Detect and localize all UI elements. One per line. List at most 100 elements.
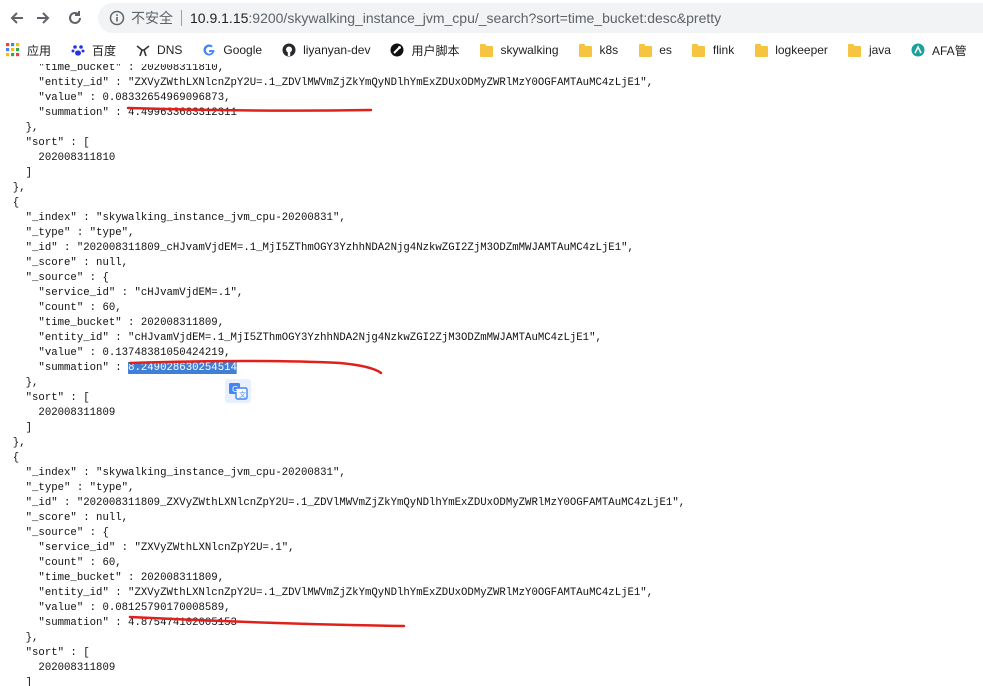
browser-toolbar: 不安全 10.9.1.15:9200/skywalking_instance_j…: [0, 0, 983, 36]
bookmark-item[interactable]: 百度: [71, 42, 116, 59]
json-line: "sort" : [: [0, 647, 90, 659]
json-line: {: [0, 452, 20, 464]
reload-button[interactable]: [63, 6, 87, 30]
json-line: "value" : 0.13748381050424219,: [0, 347, 231, 359]
json-line: "entity_id" : "ZXVyZWthLXNlcnZpY2U=.1_ZD…: [0, 77, 654, 89]
userscript-icon: [390, 43, 404, 57]
json-line: "summation" : 4.875474102005153: [0, 617, 237, 629]
json-line: },: [0, 377, 39, 389]
bookmark-item[interactable]: es: [638, 43, 672, 57]
bookmark-item[interactable]: liyanyan-dev: [282, 43, 370, 57]
url-text[interactable]: 10.9.1.15:9200/skywalking_instance_jvm_c…: [190, 10, 721, 26]
json-line: "service_id" : "cHJvamVjdEM=.1",: [0, 287, 244, 299]
bookmark-item[interactable]: 用户脚本: [390, 42, 459, 59]
json-line: "_type" : "type",: [0, 482, 135, 494]
json-line: ]: [0, 677, 33, 686]
bookmark-label: flink: [712, 43, 735, 57]
bookmark-item[interactable]: java: [848, 43, 891, 57]
url-path: :9200/skywalking_instance_jvm_cpu/_searc…: [248, 10, 722, 26]
folder-icon: [848, 43, 862, 57]
baidu-paw-icon: [71, 43, 85, 57]
json-line: "_score" : null,: [0, 257, 129, 269]
translate-popup-button[interactable]: G文: [225, 379, 251, 403]
back-arrow-icon: [10, 12, 23, 24]
json-line: "count" : 60,: [0, 557, 122, 569]
bookmark-item[interactable]: 应用: [6, 42, 51, 59]
json-line: "value" : 0.08125790170008589,: [0, 602, 231, 614]
json-line: "summation" : 8.249028630254514: [0, 362, 237, 374]
reload-icon: [69, 11, 81, 24]
security-label: 不安全: [131, 10, 173, 26]
bookmarks-bar: 应用 百度 DNS Google liyanyan-dev 用户脚本 skywalking k…: [0, 36, 983, 64]
bookmark-item[interactable]: logkeeper: [754, 43, 828, 57]
bookmark-label: AFA管: [931, 43, 967, 58]
json-line: 202008311809: [0, 662, 116, 674]
url-host: 10.9.1.15: [190, 10, 249, 26]
json-line: "count" : 60,: [0, 302, 122, 314]
json-line: "_score" : null,: [0, 512, 129, 524]
json-line: "entity_id" : "cHJvamVjdEM=.1_MjI5ZThmOG…: [0, 332, 602, 344]
folder-icon: [579, 43, 593, 57]
json-line: "time_bucket" : 202008311809,: [0, 572, 225, 584]
json-line: },: [0, 182, 26, 194]
svg-text:文: 文: [239, 390, 246, 399]
selected-text: 8.249028630254514: [128, 362, 237, 374]
json-line: "_index" : "skywalking_instance_jvm_cpu-…: [0, 212, 346, 224]
dns-icon: [136, 43, 150, 57]
forward-button[interactable]: [31, 6, 55, 30]
bookmark-label: liyanyan-dev: [303, 43, 371, 57]
svg-text:G: G: [232, 385, 238, 394]
json-line: "summation" : 4.499633683312311: [0, 107, 237, 119]
bookmark-label: 百度: [92, 43, 117, 58]
json-line: "entity_id" : "ZXVyZWthLXNlcnZpY2U=.1_ZD…: [0, 587, 654, 599]
bookmark-item[interactable]: Google: [202, 43, 262, 57]
bookmark-item[interactable]: skywalking: [479, 43, 559, 57]
bookmark-label: k8s: [599, 43, 619, 57]
folder-icon: [754, 43, 768, 57]
bookmark-label: Google: [223, 43, 263, 57]
back-button[interactable]: [5, 6, 29, 30]
github-icon: [282, 43, 296, 57]
google-icon: [202, 43, 216, 57]
folder-icon: [638, 43, 652, 57]
json-line: },: [0, 437, 26, 449]
json-text: "time_bucket" : 202008311810, "entity_id…: [0, 64, 706, 686]
info-icon[interactable]: [108, 9, 126, 27]
bookmark-label: es: [659, 43, 672, 57]
json-line: "time_bucket" : 202008311810,: [0, 64, 225, 74]
json-line: "sort" : [: [0, 137, 90, 149]
json-line: },: [0, 632, 39, 644]
json-line: "_index" : "skywalking_instance_jvm_cpu-…: [0, 467, 346, 479]
bookmark-label: java: [868, 43, 891, 57]
json-line: "_id" : "202008311809_cHJvamVjdEM=.1_MjI…: [0, 242, 634, 254]
translate-icon: G文: [229, 383, 248, 400]
bookmark-label: 用户脚本: [411, 43, 460, 58]
json-line: "sort" : [: [0, 392, 90, 404]
bookmark-item[interactable]: flink: [692, 43, 734, 57]
bookmark-label: DNS: [157, 43, 183, 57]
bookmark-label: skywalking: [500, 43, 559, 57]
bookmark-item[interactable]: DNS: [136, 43, 182, 57]
json-line: "_source" : {: [0, 272, 109, 284]
bookmark-label: logkeeper: [775, 43, 828, 57]
json-line: "value" : 0.08332654969096873,: [0, 92, 231, 104]
json-line: ]: [0, 167, 33, 179]
json-line: 202008311810: [0, 152, 116, 164]
omnibox-divider: [181, 10, 182, 26]
json-line: ]: [0, 422, 33, 434]
address-bar[interactable]: 不安全 10.9.1.15:9200/skywalking_instance_j…: [98, 3, 983, 33]
bookmark-item[interactable]: AFA管: [911, 42, 967, 59]
forward-arrow-icon: [37, 12, 50, 24]
json-line: "_type" : "type",: [0, 227, 135, 239]
bookmark-item[interactable]: k8s: [579, 43, 619, 57]
json-line: {: [0, 197, 20, 209]
json-response-view: "time_bucket" : 202008311810, "entity_id…: [0, 64, 983, 686]
json-line: 202008311809: [0, 407, 116, 419]
json-line: "time_bucket" : 202008311809,: [0, 317, 225, 329]
afa-icon: [911, 43, 925, 57]
apps-grid-icon: [6, 43, 20, 57]
json-line: "_source" : {: [0, 527, 109, 539]
bookmark-label: 应用: [27, 43, 52, 58]
json-line: "service_id" : "ZXVyZWthLXNlcnZpY2U=.1",: [0, 542, 295, 554]
json-line: "_id" : "202008311809_ZXVyZWthLXNlcnZpY2…: [0, 497, 686, 509]
